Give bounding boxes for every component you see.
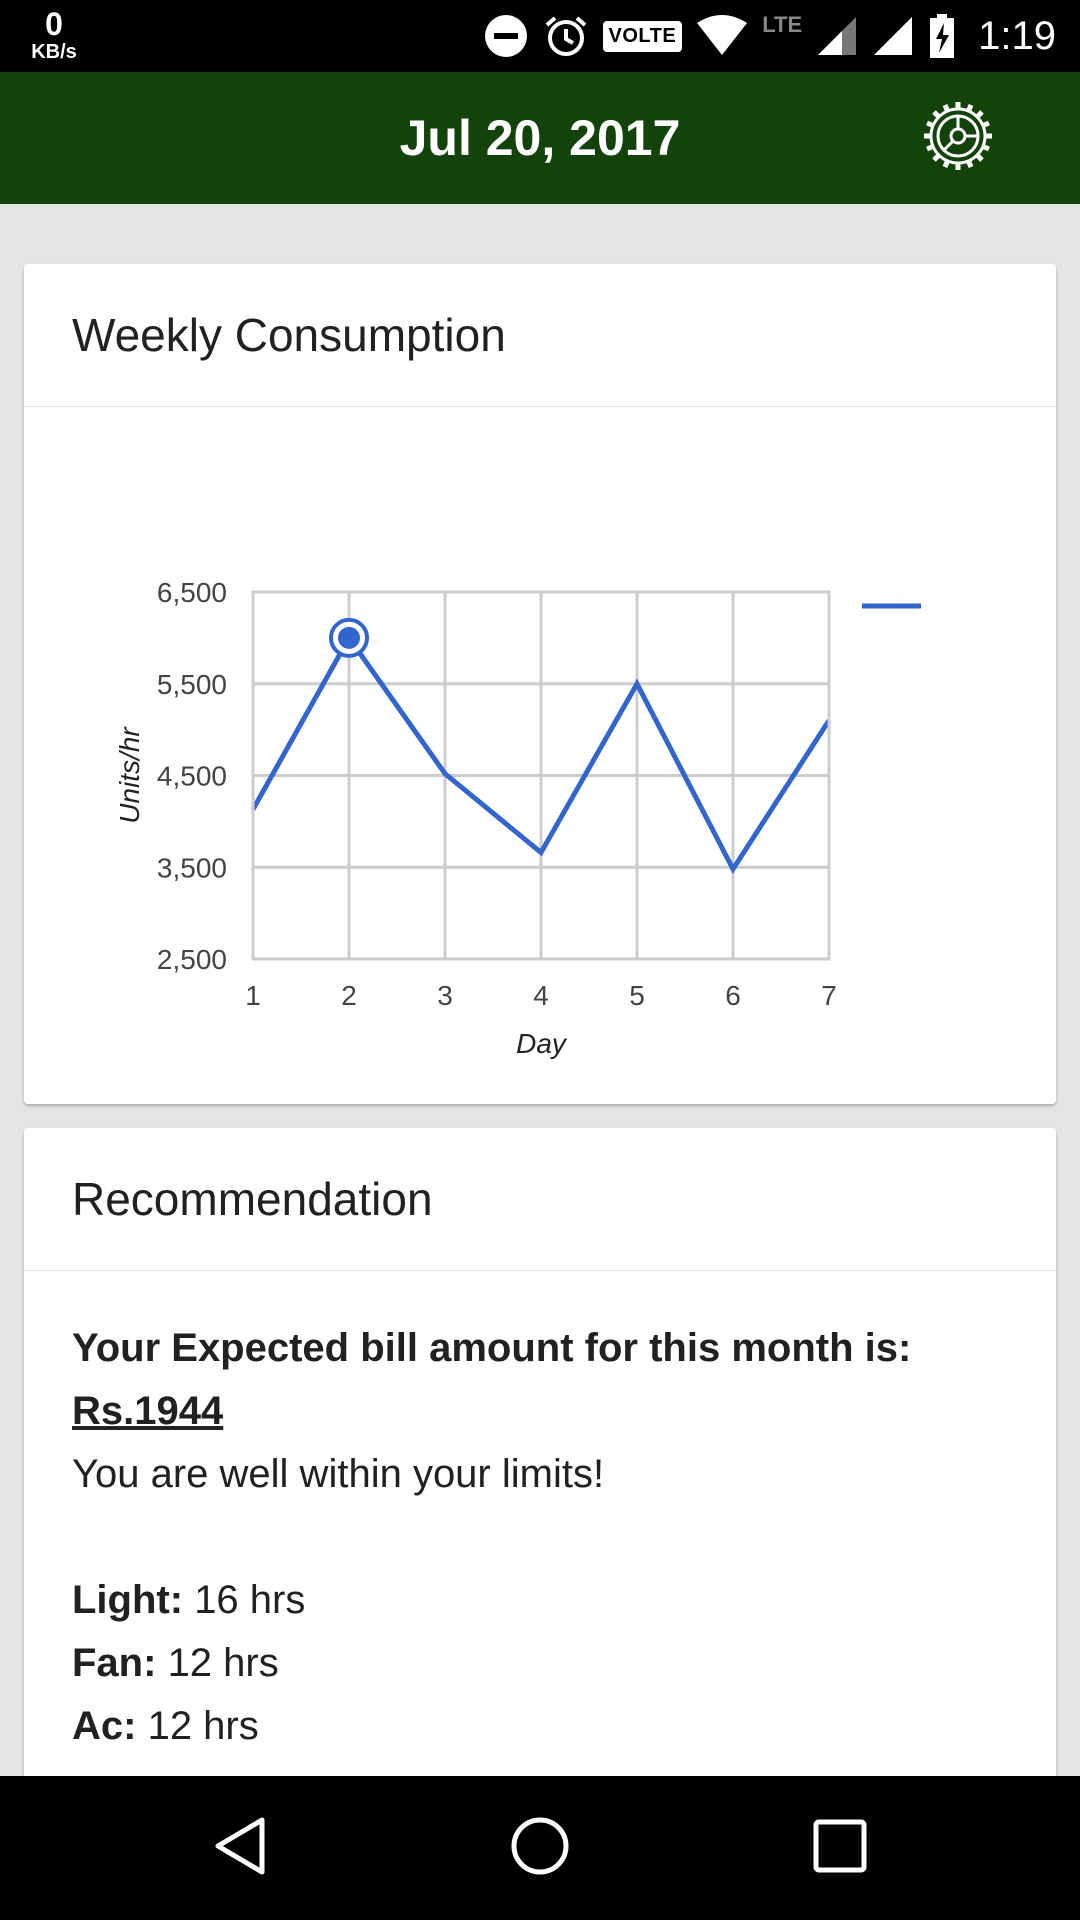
alarm-icon	[543, 13, 589, 59]
network-speed: 0 KB/s	[24, 8, 84, 62]
status-icons: VOLTE LTE 1:19	[483, 0, 1056, 72]
y-tick-label: 4,500	[157, 761, 227, 792]
appliance-name: Fan:	[72, 1641, 157, 1685]
recents-square-icon	[813, 1819, 867, 1878]
limit-status-message: You are well within your limits!	[72, 1452, 605, 1496]
y-tick-label: 2,500	[157, 944, 227, 975]
x-tick-label: 7	[821, 980, 837, 1011]
signal-strength-sim1-icon	[816, 15, 858, 57]
appliance-name: Light:	[72, 1578, 184, 1622]
battery-charging-icon	[928, 13, 956, 59]
weekly-consumption-card: Weekly Consumption 2,500 3,500 4,500 5,500 6…	[24, 264, 1056, 1104]
recents-button[interactable]	[800, 1808, 880, 1888]
appliance-row: Ac: 12 hrs	[72, 1695, 1008, 1758]
settings-button[interactable]	[916, 96, 1000, 180]
appliance-row: Light: 16 hrs	[72, 1569, 1008, 1632]
x-axis-title: Day	[516, 1028, 568, 1059]
weekly-consumption-title: Weekly Consumption	[24, 264, 1056, 407]
back-triangle-icon	[212, 1816, 268, 1881]
recommendation-body: Your Expected bill amount for this month…	[24, 1271, 1056, 1758]
highlighted-point	[338, 626, 360, 649]
recommendation-card: Recommendation Your Expected bill amount…	[24, 1128, 1056, 1828]
network-type-label: LTE	[762, 12, 803, 37]
chart-area: 2,500 3,500 4,500 5,500 6,500 1 2 3 4 5 6 7 Day Units…	[24, 407, 1056, 1104]
x-tick-label: 5	[629, 980, 645, 1011]
appliance-hours: 12 hrs	[167, 1641, 279, 1685]
y-tick-label: 5,500	[157, 669, 227, 700]
app-bar: Jul 20, 2017	[0, 72, 1080, 204]
recommendation-title: Recommendation	[24, 1128, 1056, 1271]
signal-strength-sim2-icon	[872, 15, 914, 57]
network-speed-value: 0	[45, 6, 63, 42]
x-tick-label: 2	[341, 980, 357, 1011]
home-circle-icon	[510, 1816, 570, 1881]
y-tick-label: 6,500	[157, 577, 227, 608]
gear-icon	[920, 98, 996, 179]
appliance-hours: 16 hrs	[194, 1578, 306, 1622]
wifi-icon	[696, 15, 748, 57]
expected-bill-amount: Rs.1944	[72, 1389, 224, 1433]
y-axis-title: Units/hr	[114, 726, 145, 824]
do-not-disturb-icon	[483, 13, 529, 59]
appliance-hours: 12 hrs	[147, 1704, 259, 1748]
x-tick-label: 1	[245, 980, 261, 1011]
clock-time: 1:19	[978, 13, 1056, 58]
status-bar: 0 KB/s VOLTE LTE 1:19	[0, 0, 1080, 72]
appliance-name: Ac:	[72, 1704, 137, 1748]
appliance-row: Fan: 12 hrs	[72, 1632, 1008, 1695]
y-tick-label: 3,500	[157, 852, 227, 883]
home-button[interactable]	[500, 1808, 580, 1888]
navigation-bar	[0, 1776, 1080, 1920]
x-tick-label: 4	[533, 980, 549, 1011]
network-speed-unit: KB/s	[31, 41, 77, 63]
x-tick-label: 6	[725, 980, 741, 1011]
back-button[interactable]	[200, 1808, 280, 1888]
x-tick-label: 3	[437, 980, 453, 1011]
volte-badge: VOLTE	[602, 20, 683, 52]
expected-bill-label: Your Expected bill amount for this month…	[72, 1326, 912, 1370]
weekly-consumption-chart[interactable]: 2,500 3,500 4,500 5,500 6,500 1 2 3 4 5 6 7 Day Units…	[24, 407, 1056, 1104]
